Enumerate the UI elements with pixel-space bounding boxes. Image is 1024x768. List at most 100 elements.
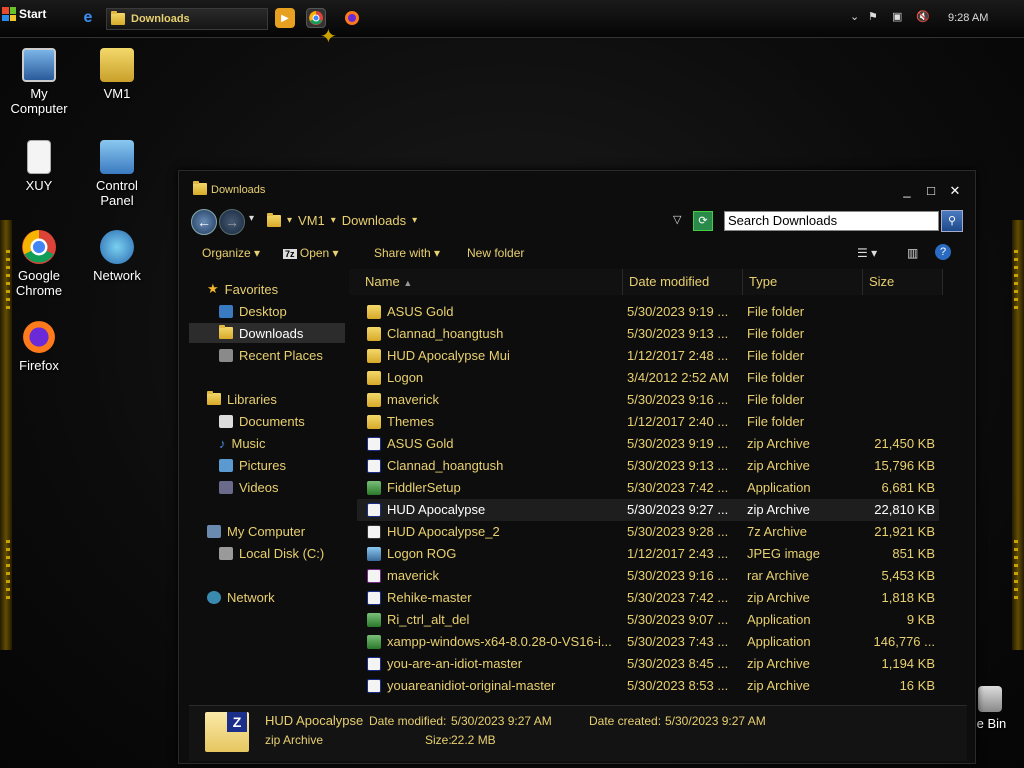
- nav-network[interactable]: Network: [207, 587, 275, 607]
- network-tray-icon[interactable]: ▣: [892, 10, 902, 23]
- preview-pane-icon[interactable]: ▥: [907, 246, 918, 260]
- nav-downloads[interactable]: Downloads: [189, 323, 345, 343]
- chevron-down-icon[interactable]: ▾: [287, 215, 292, 226]
- file-row[interactable]: youareanidiot-original-master 5/30/2023 8…: [357, 675, 939, 697]
- nav-music[interactable]: ♪ Music: [219, 433, 265, 453]
- nav-local-disk[interactable]: Local Disk (C:): [219, 543, 324, 563]
- nav-label: My Computer: [227, 523, 306, 539]
- file-name: ASUS Gold: [387, 304, 454, 319]
- file-row[interactable]: maverick 5/30/2023 9:16 ... File folder: [357, 389, 939, 411]
- desktop-icon-control-panel[interactable]: Control Panel: [82, 140, 152, 208]
- nav-my-computer[interactable]: My Computer: [207, 521, 305, 541]
- file-size: 15,796 KB: [874, 458, 935, 473]
- column-header-date[interactable]: Date modified: [623, 269, 743, 295]
- zip-icon: [367, 503, 381, 517]
- firefox-icon[interactable]: [342, 8, 362, 28]
- file-row[interactable]: xampp-windows-x64-8.0.28-0-VS16-i... 5/30…: [357, 631, 939, 653]
- file-row[interactable]: ASUS Gold 5/30/2023 9:19 ... File folder: [357, 301, 939, 323]
- file-row[interactable]: HUD Apocalypse_2 5/30/2023 9:28 ... 7z Arc…: [357, 521, 939, 543]
- details-name: HUD Apocalypse: [265, 713, 364, 728]
- column-header-size[interactable]: Size: [863, 269, 943, 295]
- nav-libraries[interactable]: Libraries: [207, 389, 277, 409]
- taskbar-clock[interactable]: 9:28 AM: [948, 12, 988, 24]
- desktop-icon-label: Firefox: [19, 358, 59, 373]
- window-titlebar[interactable]: Downloads _ □ ✕: [179, 171, 975, 207]
- breadcrumb-item-vm1[interactable]: VM1: [298, 213, 325, 228]
- nav-label: Music: [231, 435, 266, 451]
- file-name: maverick: [387, 568, 440, 583]
- organize-button[interactable]: Organize ▾: [202, 246, 260, 260]
- file-date-modified: 5/30/2023 9:16 ...: [627, 568, 729, 583]
- file-row[interactable]: HUD Apocalypse 5/30/2023 9:27 ... zip Arch…: [357, 499, 939, 521]
- file-date-modified: 5/30/2023 9:28 ...: [627, 524, 729, 539]
- file-row[interactable]: ASUS Gold 5/30/2023 9:19 ... zip Archive 21…: [357, 433, 939, 455]
- action-center-flag-icon[interactable]: ⚑: [868, 10, 878, 23]
- start-button[interactable]: Start: [2, 3, 60, 25]
- nav-desktop[interactable]: Desktop: [219, 301, 287, 321]
- search-input[interactable]: Search Downloads: [724, 211, 939, 231]
- chevron-down-icon[interactable]: ▾: [331, 215, 336, 226]
- file-row[interactable]: Themes 1/12/2017 2:40 ... File folder: [357, 411, 939, 433]
- column-label: Name: [365, 274, 400, 289]
- file-row[interactable]: Logon 3/4/2012 2:52 AM File folder: [357, 367, 939, 389]
- file-type: File folder: [747, 392, 805, 407]
- taskbar-item-downloads[interactable]: Downloads: [106, 8, 268, 30]
- show-hidden-icons-icon[interactable]: ⌄: [850, 10, 859, 23]
- help-icon[interactable]: ?: [935, 244, 951, 260]
- file-type: Application: [747, 480, 811, 495]
- document-icon: [27, 140, 51, 174]
- details-date-modified-label: Date modified:: [369, 714, 447, 728]
- share-with-button[interactable]: Share with ▾: [374, 246, 440, 260]
- rar-icon: [367, 569, 381, 583]
- column-header-name[interactable]: Name ▲: [349, 269, 623, 295]
- volume-muted-icon[interactable]: 🔇: [916, 10, 930, 23]
- nav-videos[interactable]: Videos: [219, 477, 279, 497]
- column-header-type[interactable]: Type: [743, 269, 863, 295]
- media-player-icon[interactable]: ▶: [275, 8, 295, 28]
- nav-pictures[interactable]: Pictures: [219, 455, 286, 475]
- file-row[interactable]: maverick 5/30/2023 9:16 ... rar Archive 5,4…: [357, 565, 939, 587]
- file-date-modified: 3/4/2012 2:52 AM: [627, 370, 729, 385]
- nav-recent-places[interactable]: Recent Places: [219, 345, 323, 365]
- refresh-button[interactable]: ⟳: [693, 211, 713, 231]
- desktop-icon-label: My Computer: [10, 86, 68, 116]
- file-row[interactable]: Clannad_hoangtush 5/30/2023 9:13 ... File …: [357, 323, 939, 345]
- file-date-modified: 5/30/2023 9:16 ...: [627, 392, 729, 407]
- desktop-icon-xuy[interactable]: XUY: [4, 140, 74, 193]
- file-size: 22,810 KB: [874, 502, 935, 517]
- file-row[interactable]: Rehike-master 5/30/2023 7:42 ... zip Archi…: [357, 587, 939, 609]
- file-name: xampp-windows-x64-8.0.28-0-VS16-i...: [387, 634, 612, 649]
- view-options-icon[interactable]: ☰ ▾: [857, 246, 877, 260]
- search-icon[interactable]: ⚲: [941, 210, 963, 232]
- forward-button[interactable]: →: [219, 209, 245, 235]
- maximize-button[interactable]: □: [925, 183, 937, 199]
- file-row[interactable]: FiddlerSetup 5/30/2023 7:42 ... Applicatio…: [357, 477, 939, 499]
- desktop-icon-firefox[interactable]: Firefox: [4, 320, 74, 373]
- minimize-button[interactable]: _: [901, 183, 913, 199]
- nav-favorites[interactable]: ★ Favorites: [207, 279, 278, 299]
- nav-documents[interactable]: Documents: [219, 411, 305, 431]
- open-app-icon: 7z: [283, 249, 297, 259]
- desktop-icon-google-chrome[interactable]: Google Chrome: [4, 230, 74, 298]
- desktop-icon-vm1[interactable]: VM1: [82, 48, 152, 101]
- breadcrumb-item-downloads[interactable]: Downloads: [342, 213, 406, 228]
- new-folder-button[interactable]: New folder: [467, 246, 524, 260]
- back-button[interactable]: ←: [191, 209, 217, 235]
- open-button[interactable]: 7z Open ▾: [283, 246, 339, 260]
- address-dropdown-icon[interactable]: ▽: [673, 213, 681, 226]
- recent-pages-chevron-icon[interactable]: ▾: [249, 213, 254, 224]
- share-with-label: Share with: [374, 246, 431, 260]
- internet-explorer-icon[interactable]: e: [78, 8, 98, 28]
- close-button[interactable]: ✕: [949, 183, 961, 199]
- desktop-icon-my-computer[interactable]: My Computer: [4, 48, 74, 116]
- file-row[interactable]: Logon ROG 1/12/2017 2:43 ... JPEG image 851…: [357, 543, 939, 565]
- desktop-icon-network[interactable]: Network: [82, 230, 152, 283]
- explorer-window: Downloads _ □ ✕ ← → ▾ ▾ VM1 ▾ Downloads …: [178, 170, 976, 764]
- file-row[interactable]: Ri_ctrl_alt_del 5/30/2023 9:07 ... Applica…: [357, 609, 939, 631]
- file-type: zip Archive: [747, 502, 810, 517]
- file-type: zip Archive: [747, 458, 810, 473]
- file-row[interactable]: HUD Apocalypse Mui 1/12/2017 2:48 ... File…: [357, 345, 939, 367]
- chevron-down-icon[interactable]: ▾: [412, 215, 417, 226]
- file-row[interactable]: Clannad_hoangtush 5/30/2023 9:13 ... zip A…: [357, 455, 939, 477]
- file-row[interactable]: you-are-an-idiot-master 5/30/2023 8:45 ..…: [357, 653, 939, 675]
